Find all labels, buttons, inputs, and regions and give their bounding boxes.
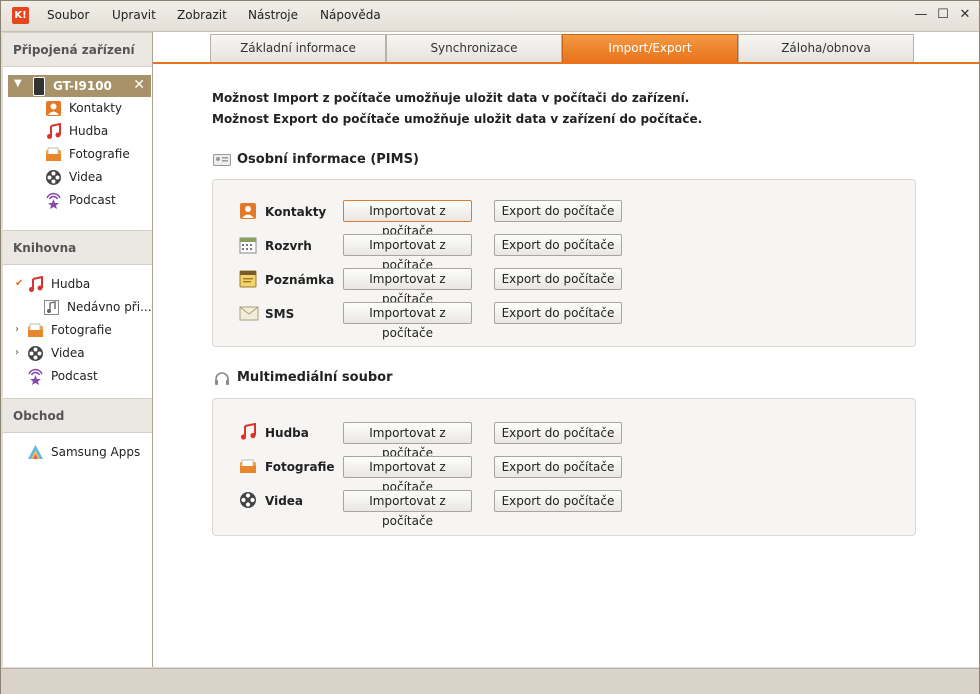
export-videa-button[interactable]: Export do počítače <box>494 490 622 512</box>
sidebar-item-label: Hudba <box>51 277 91 291</box>
chevron-right-icon[interactable]: › <box>15 324 19 335</box>
id-card-icon <box>213 153 231 166</box>
app-window: K! Soubor Upravit Zobrazit Nástroje Nápo… <box>0 0 980 694</box>
envelope-icon <box>239 306 259 321</box>
pims-row-rozvrh: Rozvrh <box>265 239 312 253</box>
tab-import-export[interactable]: Import/Export <box>562 34 738 62</box>
photo-folder-icon <box>28 323 43 337</box>
headphones-icon <box>215 371 229 385</box>
export-poznamka-button[interactable]: Export do počítače <box>494 268 622 290</box>
contacts-icon <box>240 203 256 219</box>
pims-title-text: Osobní informace (PIMS) <box>237 152 419 167</box>
note-icon <box>239 270 257 288</box>
close-window-button[interactable]: ✕ <box>956 6 974 24</box>
sidebar-item-label: Fotografie <box>51 323 112 337</box>
device-close-icon[interactable]: ✕ <box>133 77 145 93</box>
intro-import: Možnost Import z počítače umožňuje uloži… <box>212 91 690 105</box>
media-panel: Hudba Importovat z počítače Export do po… <box>212 398 916 536</box>
export-hudba-button[interactable]: Export do počítače <box>494 422 622 444</box>
import-sms-button[interactable]: Importovat z počítače <box>343 302 472 340</box>
calendar-icon <box>239 237 257 254</box>
podcast-icon <box>46 192 61 209</box>
sidebar-item-label: Podcast <box>51 369 98 383</box>
contacts-icon <box>46 101 61 116</box>
menu-nastroje[interactable]: Nástroje <box>248 8 298 22</box>
export-rozvrh-button[interactable]: Export do počítače <box>494 234 622 256</box>
sidebar-item-label: Videa <box>51 346 85 360</box>
shop-label: Obchod <box>13 409 65 423</box>
export-sms-button[interactable]: Export do počítače <box>494 302 622 324</box>
phone-icon <box>33 77 45 96</box>
music-icon <box>47 123 61 139</box>
intro-export: Možnost Export do počítače umožňuje ulož… <box>212 112 703 126</box>
media-row-fotografie: Fotografie <box>265 460 335 474</box>
import-kontakty-button[interactable]: Importovat z počítače <box>343 200 472 238</box>
film-reel-icon <box>46 170 61 185</box>
sidebar-item-label: Nedávno při... <box>67 300 152 314</box>
media-row-hudba: Hudba <box>265 426 309 440</box>
library-label: Knihovna <box>13 241 77 255</box>
import-rozvrh-button[interactable]: Importovat z počítače <box>343 234 472 272</box>
import-videa-button[interactable]: Importovat z počítače <box>343 490 472 528</box>
pims-row-poznamka: Poznámka <box>265 273 335 287</box>
minimize-button[interactable]: — <box>912 6 930 24</box>
device-name: GT-I9100 <box>53 79 112 93</box>
pims-row-kontakty: Kontakty <box>265 205 327 219</box>
music-icon <box>240 423 256 440</box>
photo-folder-icon <box>46 147 61 161</box>
tab-zakladni-informace[interactable]: Základní informace <box>210 34 386 62</box>
pims-section-title: Osobní informace (PIMS) <box>213 152 419 167</box>
maximize-button[interactable]: ☐ <box>934 6 952 24</box>
connected-devices-header: Připojená zařízení <box>3 32 152 67</box>
import-hudba-button[interactable]: Importovat z počítače <box>343 422 472 460</box>
export-kontakty-button[interactable]: Export do počítače <box>494 200 622 222</box>
library-header: Knihovna <box>3 230 152 265</box>
menu-upravit[interactable]: Upravit <box>112 8 156 22</box>
sidebar-item-label: Podcast <box>69 193 116 207</box>
status-bar <box>1 668 979 694</box>
podcast-icon <box>28 368 43 385</box>
app-logo-icon: K! <box>12 7 29 24</box>
chevron-right-icon[interactable]: › <box>15 347 19 358</box>
media-section-title: Multimediální soubor <box>213 370 392 385</box>
import-fotografie-button[interactable]: Importovat z počítače <box>343 456 472 494</box>
playlist-icon <box>44 300 59 315</box>
shop-header: Obchod <box>3 398 152 433</box>
export-fotografie-button[interactable]: Export do počítače <box>494 456 622 478</box>
media-row-videa: Videa <box>265 494 304 508</box>
media-title-text: Multimediální soubor <box>237 370 393 385</box>
tab-synchronizace[interactable]: Synchronizace <box>386 34 562 62</box>
sidebar: Připojená zařízení ▼ GT-I9100 ✕ Kontakty… <box>3 32 153 667</box>
tab-zaloha-obnova[interactable]: Záloha/obnova <box>738 34 914 62</box>
connected-devices-label: Připojená zařízení <box>13 43 135 57</box>
menu-napoveda[interactable]: Nápověda <box>320 8 381 22</box>
chevron-down-icon[interactable]: ✔ <box>15 278 23 289</box>
music-icon <box>29 276 43 292</box>
menu-soubor[interactable]: Soubor <box>47 8 89 22</box>
main-content: Základní informace Synchronizace Import/… <box>153 32 979 667</box>
import-poznamka-button[interactable]: Importovat z počítače <box>343 268 472 306</box>
pims-panel: Kontakty Importovat z počítače Export do… <box>212 179 916 347</box>
film-reel-icon <box>240 492 256 508</box>
sidebar-item-label: Kontakty <box>69 101 123 115</box>
sidebar-item-label: Hudba <box>69 124 109 138</box>
photo-folder-icon <box>240 459 256 473</box>
sidebar-item-label: Videa <box>69 170 103 184</box>
menu-zobrazit[interactable]: Zobrazit <box>177 8 227 22</box>
menu-bar: K! Soubor Upravit Zobrazit Nástroje Nápo… <box>1 1 979 32</box>
device-gt-i9100[interactable]: ▼ GT-I9100 ✕ <box>8 75 151 97</box>
pims-row-sms: SMS <box>265 307 295 321</box>
tab-underline <box>153 62 979 64</box>
sidebar-item-label: Samsung Apps <box>51 445 141 459</box>
sidebar-item-label: Fotografie <box>69 147 130 161</box>
film-reel-icon <box>28 346 43 361</box>
samsung-apps-icon <box>28 445 43 459</box>
chevron-down-icon[interactable]: ▼ <box>14 78 22 89</box>
